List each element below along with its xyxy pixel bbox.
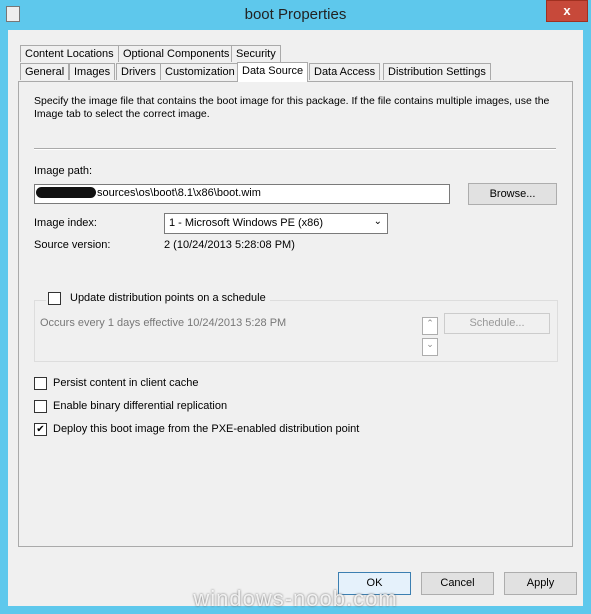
separator [34, 148, 556, 150]
schedule-label: Update distribution points on a schedule [70, 292, 266, 304]
tab-general[interactable]: General [20, 63, 70, 80]
tab-security[interactable]: Security [231, 45, 281, 62]
image-path-value: sources\os\boot\8.1\x86\boot.wim [97, 187, 261, 199]
chevron-down-icon: ⌄ [373, 216, 382, 227]
source-version-value: 2 (10/24/2013 5:28:08 PM) [164, 239, 295, 251]
redaction-mark [36, 187, 96, 198]
tab-content-locations[interactable]: Content Locations [20, 45, 119, 62]
image-path-label: Image path: [34, 165, 93, 177]
schedule-button[interactable]: Schedule... [444, 313, 550, 334]
scroll-down-button[interactable]: ⌄ [422, 338, 438, 356]
persist-content-label: Persist content in client cache [53, 377, 199, 389]
schedule-checkbox[interactable] [48, 292, 61, 305]
deploy-pxe-label: Deploy this boot image from the PXE-enab… [53, 423, 360, 435]
persist-content-checkbox[interactable] [34, 377, 47, 390]
source-version-label: Source version: [34, 239, 111, 251]
binary-replication-checkbox[interactable] [34, 400, 47, 413]
window-title: boot Properties [244, 6, 347, 23]
tab-data-access[interactable]: Data Access [309, 63, 381, 80]
browse-button[interactable]: Browse... [468, 183, 557, 205]
image-path-input[interactable]: sources\os\boot\8.1\x86\boot.wim [34, 184, 450, 204]
image-index-label: Image index: [34, 217, 97, 229]
deploy-pxe-checkbox[interactable]: ✔ [34, 423, 47, 436]
scroll-up-button[interactable]: ⌃ [422, 317, 438, 335]
tab-customization[interactable]: Customization [160, 63, 240, 80]
title-bar[interactable]: boot Properties x [0, 0, 591, 30]
watermark: windows-noob.com [193, 586, 398, 611]
tab-data-source[interactable]: Data Source [237, 62, 309, 82]
schedule-text: Occurs every 1 days effective 10/24/2013… [40, 317, 287, 329]
tab-drivers[interactable]: Drivers [116, 63, 161, 80]
tab-distribution-settings[interactable]: Distribution Settings [383, 63, 491, 80]
close-button[interactable]: x [546, 0, 588, 22]
image-index-value: 1 - Microsoft Windows PE (x86) [169, 217, 324, 229]
tab-images[interactable]: Images [69, 63, 116, 80]
image-index-select[interactable]: 1 - Microsoft Windows PE (x86) ⌄ [164, 213, 388, 234]
description-text: Specify the image file that contains the… [34, 95, 550, 120]
binary-replication-label: Enable binary differential replication [53, 400, 228, 412]
tab-optional-components[interactable]: Optional Components [118, 45, 235, 62]
